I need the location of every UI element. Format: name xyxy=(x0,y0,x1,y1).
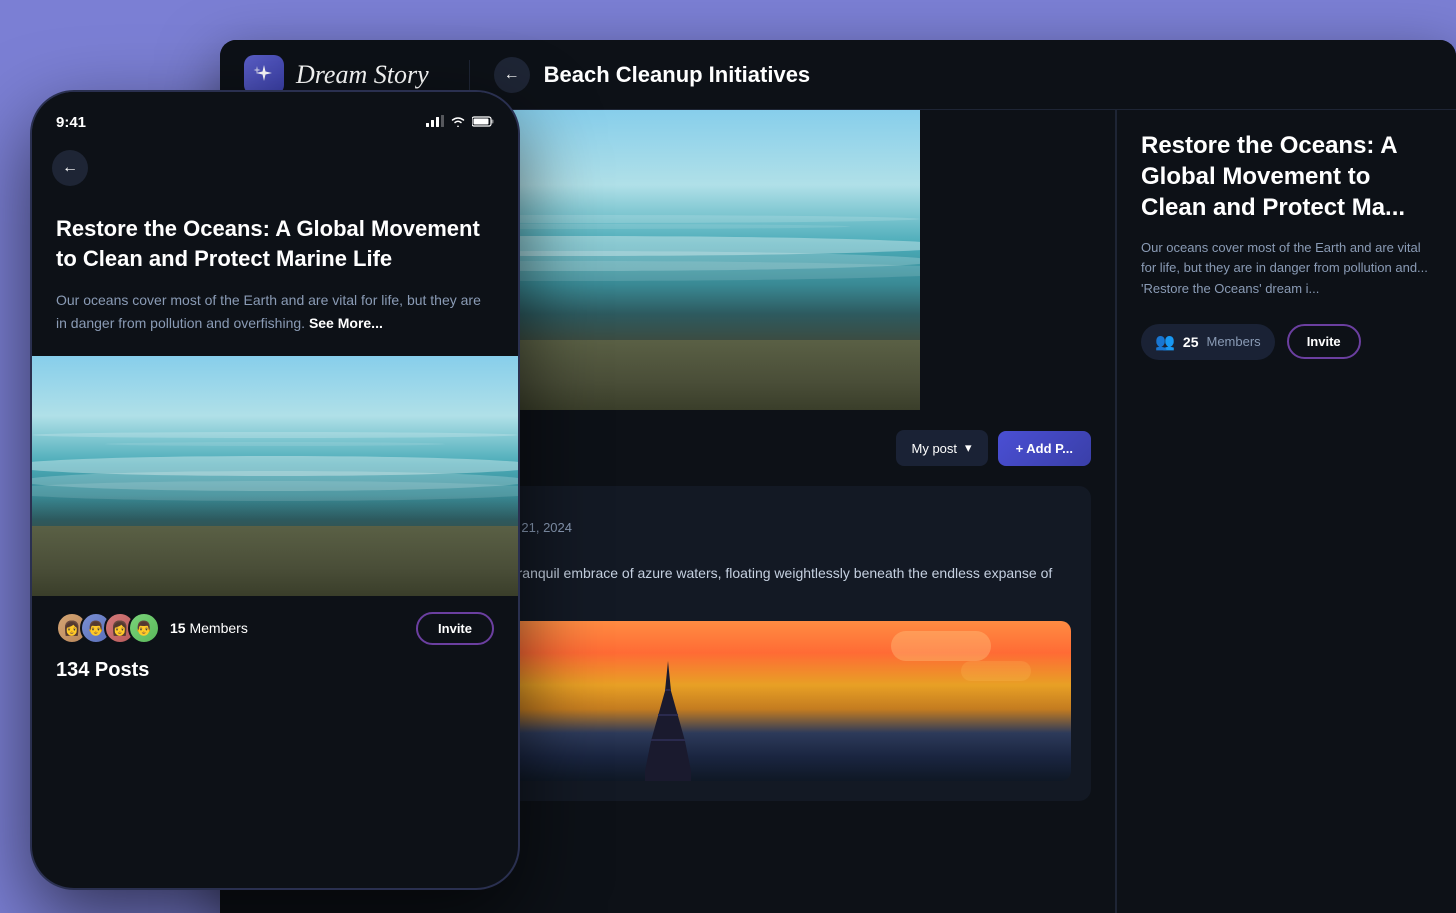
phone-nav: ← xyxy=(32,142,518,194)
phone-wave-3 xyxy=(32,481,518,501)
filter-dropdown[interactable]: My post ▾ xyxy=(896,430,988,466)
phone-members-text: 15 Members xyxy=(170,620,248,636)
app-title: Dream Story xyxy=(296,60,429,90)
signal-icon xyxy=(426,115,444,130)
phone-beach-rocks xyxy=(32,526,518,596)
phone-members-group: 👩 👨 👩 👨 15 Members xyxy=(56,612,248,644)
status-time: 9:41 xyxy=(56,114,86,131)
phone-article-title: Restore the Oceans: A Global Movement to… xyxy=(56,214,494,273)
phone-avatars: 👩 👨 👩 👨 xyxy=(56,612,160,644)
phone-bottom-section: 👩 👨 👩 👨 15 Members Invite 134 Posts xyxy=(32,596,518,698)
phone-posts-count: 134 Posts xyxy=(56,659,494,682)
members-icon: 👥 xyxy=(1155,332,1175,352)
back-button-desktop[interactable]: ← xyxy=(494,57,530,93)
see-more-link[interactable]: See More... xyxy=(309,315,383,331)
status-icons xyxy=(426,115,494,130)
phone-back-button[interactable]: ← xyxy=(52,150,88,186)
phone-beach-image xyxy=(32,356,518,596)
phone-avatar-4: 👨 xyxy=(128,612,160,644)
mobile-phone: 9:41 xyxy=(30,90,520,890)
page-heading: Beach Cleanup Initiatives xyxy=(544,62,811,88)
article-title-preview: Restore the Oceans: A Global Movement to… xyxy=(1141,130,1432,224)
phone-article-content: Restore the Oceans: A Global Movement to… xyxy=(32,194,518,356)
article-excerpt: Our oceans cover most of the Earth and a… xyxy=(1141,238,1432,300)
battery-icon xyxy=(472,115,494,130)
phone-ocean-waves xyxy=(32,456,518,516)
invite-button[interactable]: Invite xyxy=(1287,324,1361,359)
phone-article-excerpt: Our oceans cover most of the Earth and a… xyxy=(56,289,494,335)
phone-invite-button[interactable]: Invite xyxy=(416,612,494,645)
add-post-button[interactable]: + Add P... xyxy=(998,431,1091,466)
nav-separator xyxy=(469,60,470,90)
right-panel: Restore the Oceans: A Global Movement to… xyxy=(1116,110,1456,913)
wifi-icon xyxy=(450,115,466,130)
chevron-down-icon: ▾ xyxy=(965,440,972,456)
members-invite-row: 👥 25 Members Invite xyxy=(1141,324,1432,360)
members-count: 25 xyxy=(1183,334,1199,350)
posts-actions: My post ▾ + Add P... xyxy=(896,430,1091,466)
app-logo-icon xyxy=(244,55,284,95)
app-logo-area: Dream Story xyxy=(244,55,429,95)
phone-status-bar: 9:41 xyxy=(32,92,518,142)
phone-members-row: 👩 👨 👩 👨 15 Members Invite xyxy=(56,612,494,645)
page-title-area: ← Beach Cleanup Initiatives xyxy=(494,57,811,93)
members-label: Members xyxy=(1207,334,1261,349)
members-info: 👥 25 Members xyxy=(1141,324,1275,360)
